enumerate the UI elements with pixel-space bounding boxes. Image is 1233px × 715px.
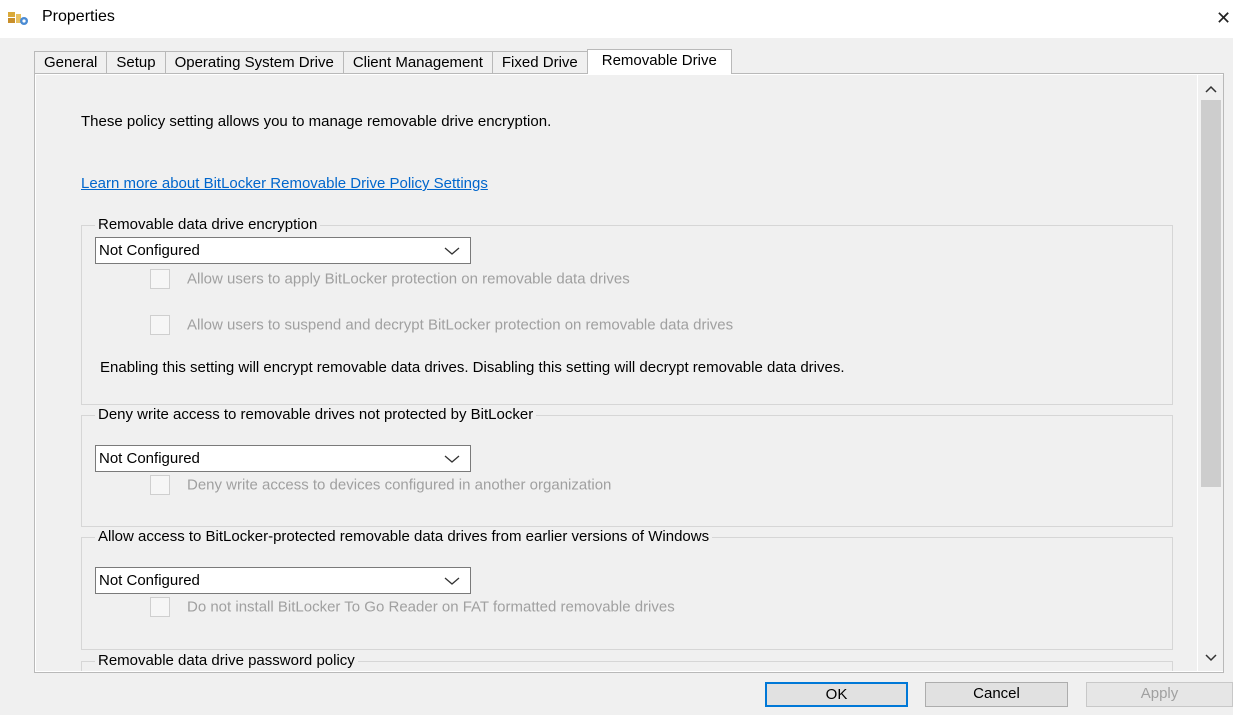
tab-setup[interactable]: Setup (106, 51, 166, 74)
earlier-windows-dropdown[interactable]: Not Configured (95, 567, 471, 594)
chevron-down-icon[interactable] (1198, 647, 1223, 671)
close-icon[interactable]: ✕ (1216, 6, 1233, 30)
checkbox-suspend-decrypt[interactable] (150, 315, 170, 335)
vertical-scrollbar[interactable] (1198, 75, 1223, 671)
window-title: Properties (42, 8, 115, 25)
group-title: Removable data drive encryption (95, 216, 321, 233)
tab-general[interactable]: General (34, 51, 108, 74)
dropdown-value: Not Configured (99, 242, 200, 259)
tab-operating-system-drive[interactable]: Operating System Drive (164, 51, 344, 74)
encryption-dropdown[interactable]: Not Configured (95, 237, 471, 264)
checkbox-row: Deny write access to devices configured … (150, 475, 611, 495)
group-earlier-windows-access: Allow access to BitLocker-protected remo… (81, 528, 1173, 650)
title-bar: Properties ✕ (0, 0, 1233, 38)
scroll-thumb[interactable] (1201, 100, 1221, 487)
intro-text: These policy setting allows you to manag… (81, 113, 552, 130)
group-title: Allow access to BitLocker-protected remo… (95, 528, 713, 545)
checkbox-label: Allow users to suspend and decrypt BitLo… (187, 316, 734, 334)
group-title: Removable data drive password policy (95, 652, 358, 669)
tab-removable-drive[interactable]: Removable Drive (586, 49, 732, 74)
tab-strip: General Setup Operating System Drive Cli… (34, 49, 732, 74)
checkbox-no-togo-reader[interactable] (150, 597, 170, 617)
checkbox-row: Allow users to apply BitLocker protectio… (150, 269, 630, 289)
group-removable-encryption: Removable data drive encryption Not Conf… (81, 216, 1173, 405)
group-password-policy: Removable data drive password policy (81, 652, 1173, 671)
deny-write-dropdown[interactable]: Not Configured (95, 445, 471, 472)
checkbox-label: Allow users to apply BitLocker protectio… (187, 270, 630, 288)
apply-button[interactable]: Apply (1086, 682, 1233, 707)
tab-panel: These policy setting allows you to manag… (34, 73, 1224, 673)
checkbox-row: Do not install BitLocker To Go Reader on… (150, 597, 675, 617)
chevron-down-icon (444, 577, 460, 585)
checkbox-label: Do not install BitLocker To Go Reader on… (187, 598, 675, 616)
checkbox-apply-protection[interactable] (150, 269, 170, 289)
group-description: Enabling this setting will encrypt remov… (100, 359, 845, 376)
chevron-up-icon[interactable] (1198, 75, 1223, 99)
dropdown-value: Not Configured (99, 450, 200, 467)
checkbox-row: Allow users to suspend and decrypt BitLo… (150, 315, 733, 335)
properties-icon (8, 12, 28, 25)
checkbox-deny-write-other-org[interactable] (150, 475, 170, 495)
tab-fixed-drive[interactable]: Fixed Drive (491, 51, 588, 74)
learn-more-link[interactable]: Learn more about BitLocker Removable Dri… (81, 175, 488, 192)
checkbox-label: Deny write access to devices configured … (187, 476, 612, 494)
group-title: Deny write access to removable drives no… (95, 406, 537, 423)
cancel-button[interactable]: Cancel (925, 682, 1068, 707)
chevron-down-icon (444, 247, 460, 255)
group-deny-write: Deny write access to removable drives no… (81, 406, 1173, 527)
scroll-content: These policy setting allows you to manag… (36, 75, 1197, 671)
chevron-down-icon (444, 455, 460, 463)
tab-client-management[interactable]: Client Management (342, 51, 493, 74)
ok-button[interactable]: OK (765, 682, 908, 707)
dropdown-value: Not Configured (99, 572, 200, 589)
